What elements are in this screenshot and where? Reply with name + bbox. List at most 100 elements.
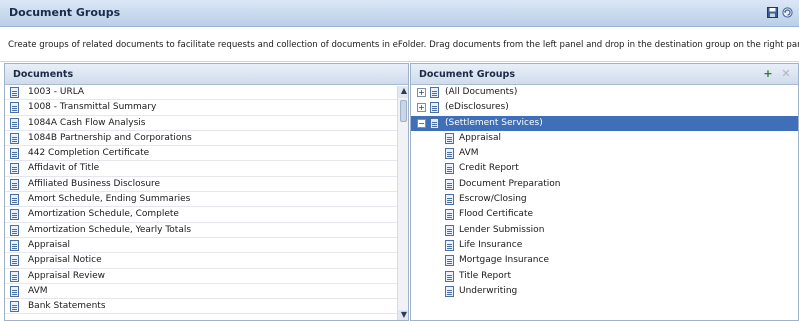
group-child-label: Escrow/Closing bbox=[459, 194, 527, 205]
group-child-label: Mortgage Insurance bbox=[459, 255, 549, 266]
group-child-label: Life Insurance bbox=[459, 239, 523, 250]
group-child-item[interactable]: Life Insurance bbox=[411, 238, 798, 253]
document-icon bbox=[10, 255, 19, 267]
document-label: AVM bbox=[28, 285, 48, 296]
delete-group-icon[interactable]: ✕ bbox=[780, 68, 792, 80]
document-label: Amortization Schedule, Complete bbox=[28, 209, 179, 220]
instructions-text: Create groups of related documents to fa… bbox=[0, 28, 799, 62]
document-list-item[interactable]: Affiliated Business Disclosure bbox=[5, 177, 408, 193]
document-list-item[interactable]: Amortization Schedule, Complete bbox=[5, 207, 408, 223]
document-groups-header-label: Document Groups bbox=[419, 69, 515, 80]
group-label: (eDisclosures) bbox=[445, 102, 509, 113]
title-bar-icons bbox=[767, 7, 793, 18]
save-icon[interactable] bbox=[767, 7, 778, 18]
document-icon bbox=[10, 285, 19, 297]
document-icon bbox=[10, 148, 19, 160]
group-child-item[interactable]: Flood Certificate bbox=[411, 207, 798, 222]
document-list-item[interactable]: Amort Schedule, Ending Summaries bbox=[5, 192, 408, 208]
group-label: (Settlement Services) bbox=[445, 117, 543, 128]
scroll-down-arrow-icon[interactable]: ▼ bbox=[398, 310, 408, 320]
group-child-label: Underwriting bbox=[459, 285, 518, 296]
document-icon bbox=[445, 270, 454, 282]
document-icon bbox=[10, 239, 19, 251]
group-child-item[interactable]: Document Preparation bbox=[411, 177, 798, 192]
group-document-icon bbox=[430, 102, 439, 114]
group-child-label: Appraisal bbox=[459, 132, 502, 143]
group-child-item[interactable]: Title Report bbox=[411, 269, 798, 284]
group-child-label: Document Preparation bbox=[459, 178, 561, 189]
group-child-label: Lender Submission bbox=[459, 224, 545, 235]
refresh-icon[interactable] bbox=[782, 7, 793, 18]
document-icon bbox=[10, 270, 19, 282]
documents-list: 1003 - URLA 1008 - Transmittal Summary 108… bbox=[5, 85, 408, 315]
document-list-item[interactable]: Appraisal bbox=[5, 238, 408, 254]
document-icon bbox=[445, 148, 454, 160]
document-icon bbox=[10, 301, 19, 313]
document-list-item[interactable]: 442 Completion Certificate bbox=[5, 146, 408, 162]
document-icon bbox=[10, 224, 19, 236]
group-tree-item[interactable]: − (Settlement Services) bbox=[411, 115, 798, 131]
document-label: 1008 - Transmittal Summary bbox=[28, 102, 157, 113]
group-tree-item[interactable]: + (All Documents) bbox=[411, 85, 798, 100]
document-list-item[interactable]: 1084B Partnership and Corporations bbox=[5, 131, 408, 147]
group-child-item[interactable]: AVM bbox=[411, 146, 798, 161]
document-icon bbox=[445, 239, 454, 251]
documents-scrollbar[interactable]: ▲ ▼ bbox=[397, 86, 408, 320]
collapse-toggle-icon[interactable]: − bbox=[417, 118, 426, 128]
document-icon bbox=[10, 132, 19, 144]
document-groups-panel-header: Document Groups + ✕ bbox=[411, 64, 798, 85]
window-title-bar: Document Groups bbox=[0, 0, 799, 27]
expand-toggle-icon[interactable]: + bbox=[417, 103, 426, 113]
documents-panel-header: Documents bbox=[5, 64, 408, 85]
group-child-item[interactable]: Underwriting bbox=[411, 284, 798, 299]
document-list-item[interactable]: 1003 - URLA bbox=[5, 85, 408, 101]
document-label: 1003 - URLA bbox=[28, 87, 85, 97]
document-groups-tree: + (All Documents) + (eDisclosures) − (Settlem… bbox=[411, 85, 798, 299]
document-icon bbox=[10, 209, 19, 221]
document-icon bbox=[10, 102, 19, 114]
document-list-item[interactable]: Amortization Schedule, Yearly Totals bbox=[5, 223, 408, 238]
group-child-label: Flood Certificate bbox=[459, 209, 534, 220]
document-list-item[interactable]: Affidavit of Title bbox=[5, 161, 408, 177]
group-child-item[interactable]: Credit Report bbox=[411, 161, 798, 176]
group-child-item[interactable]: Lender Submission bbox=[411, 223, 798, 238]
document-label: Amort Schedule, Ending Summaries bbox=[28, 194, 191, 205]
document-icon bbox=[445, 163, 454, 175]
window-title: Document Groups bbox=[9, 6, 121, 19]
document-list-item[interactable]: 1084A Cash Flow Analysis bbox=[5, 116, 408, 131]
document-label: 442 Completion Certificate bbox=[28, 148, 150, 159]
documents-panel: Documents 1003 - URLA 1008 - Transmittal … bbox=[4, 63, 409, 321]
scroll-thumb[interactable] bbox=[400, 100, 407, 122]
expand-toggle-icon[interactable]: + bbox=[417, 88, 426, 97]
group-child-label: Title Report bbox=[459, 270, 511, 281]
document-list-item[interactable]: AVM bbox=[5, 284, 408, 300]
document-label: Affiliated Business Disclosure bbox=[28, 178, 161, 189]
document-label: Bank Statements bbox=[28, 301, 106, 312]
document-icon bbox=[10, 178, 19, 190]
group-actions: + ✕ bbox=[762, 68, 792, 80]
group-child-label: Credit Report bbox=[459, 163, 519, 174]
document-groups-panel: Document Groups + ✕ + (All Documents) + (eD… bbox=[410, 63, 799, 321]
scroll-up-arrow-icon[interactable]: ▲ bbox=[398, 86, 408, 98]
group-child-item[interactable]: Appraisal bbox=[411, 131, 798, 146]
document-list-item[interactable]: Bank Statements bbox=[5, 299, 408, 315]
document-list-item[interactable]: Appraisal Review bbox=[5, 269, 408, 284]
group-label: (All Documents) bbox=[445, 87, 518, 97]
document-icon bbox=[445, 178, 454, 190]
document-label: Appraisal Review bbox=[28, 270, 105, 281]
document-icon bbox=[10, 194, 19, 206]
document-list-item[interactable]: 1008 - Transmittal Summary bbox=[5, 100, 408, 116]
group-child-item[interactable]: Escrow/Closing bbox=[411, 192, 798, 207]
document-icon bbox=[445, 132, 454, 144]
group-tree-item[interactable]: + (eDisclosures) bbox=[411, 100, 798, 115]
group-child-item[interactable]: Mortgage Insurance bbox=[411, 253, 798, 268]
document-icon bbox=[445, 209, 454, 221]
add-group-icon[interactable]: + bbox=[762, 68, 774, 80]
document-icon bbox=[445, 224, 454, 236]
document-icon bbox=[10, 163, 19, 175]
document-list-item[interactable]: Appraisal Notice bbox=[5, 253, 408, 269]
group-child-label: AVM bbox=[459, 148, 479, 159]
document-label: Amortization Schedule, Yearly Totals bbox=[28, 224, 192, 235]
document-label: Appraisal bbox=[28, 239, 71, 250]
document-icon bbox=[445, 194, 454, 206]
